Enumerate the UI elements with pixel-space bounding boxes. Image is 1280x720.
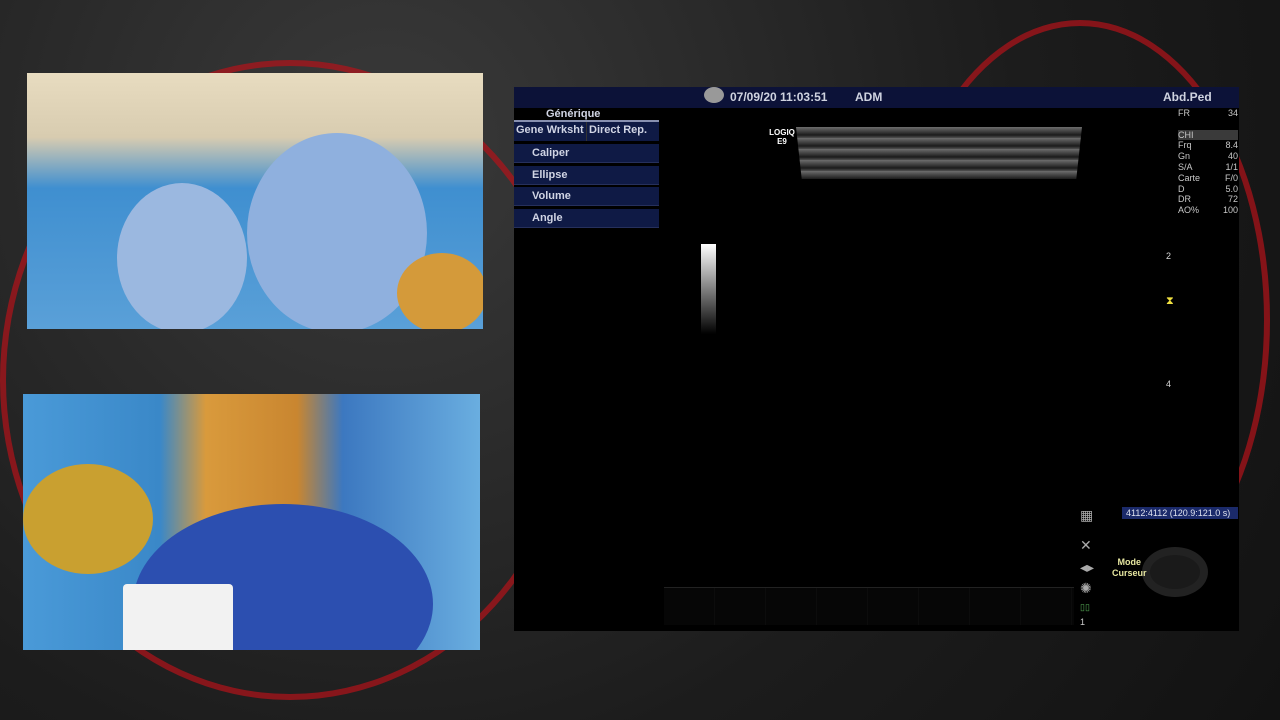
operator: ADM bbox=[855, 90, 883, 104]
trackball-dial-icon bbox=[1142, 547, 1208, 597]
param-carte: Carte F/0 bbox=[1178, 172, 1238, 183]
param-d: D 5.0 bbox=[1178, 183, 1238, 194]
menu-item-volume[interactable]: Volume bbox=[514, 187, 659, 207]
datetime: 07/09/20 11:03:51 bbox=[730, 90, 828, 104]
menu-item-ellipse[interactable]: Ellipse bbox=[514, 165, 659, 185]
param-fr: FR 34 bbox=[1178, 108, 1238, 118]
menu-header: Générique bbox=[514, 108, 659, 122]
ultrasound-image bbox=[796, 127, 1082, 179]
cursor-label: Curseur bbox=[1112, 568, 1147, 578]
probe-label: LOGIQ E9 bbox=[769, 128, 795, 146]
tab-direct-rep[interactable]: Direct Rep. bbox=[586, 122, 659, 141]
ultrasound-screen: 07/09/20 11:03:51 ADM Abd.Ped Générique … bbox=[514, 87, 1239, 631]
param-frq: Frq 8.4 bbox=[1178, 140, 1238, 151]
depth-mark-2: 2 bbox=[1166, 251, 1172, 261]
parameter-list: FR 34 CHI Frq 8.4 Gn 40 S/A 1/1 Carte F/0 D 5.… bbox=[1178, 108, 1238, 216]
focus-marker-icon: ⧗ bbox=[1166, 295, 1174, 307]
cine-bar-icon: ▯▯ bbox=[1080, 602, 1090, 612]
grayscale-bar bbox=[701, 244, 716, 334]
surgery-photo-bottom bbox=[23, 394, 480, 650]
trackball-icon[interactable]: ✺ bbox=[1080, 580, 1092, 597]
measure-menu: Générique Gene Wrksht Direct Rep. Calipe… bbox=[514, 108, 659, 230]
mode-cursor-label: Mode Curseur bbox=[1112, 557, 1147, 579]
cine-timeline bbox=[664, 587, 1074, 625]
param-sa: S/A 1/1 bbox=[1178, 161, 1238, 172]
cine-readout: 4112:4112 (120.9:121.0 s) bbox=[1122, 507, 1238, 519]
surgery-photo-top bbox=[27, 73, 483, 329]
ge-logo-icon bbox=[704, 87, 724, 103]
param-chi: CHI bbox=[1178, 129, 1238, 141]
param-gn: Gn 40 bbox=[1178, 151, 1238, 162]
mode-label: Mode bbox=[1117, 557, 1142, 567]
page-number: 1 bbox=[1080, 617, 1086, 627]
param-dr: DR 72 bbox=[1178, 194, 1238, 205]
cross-icon[interactable]: ✕ bbox=[1080, 537, 1092, 554]
arrows-icon[interactable]: ◂▸ bbox=[1080, 559, 1094, 576]
param-ao: AO% 100 bbox=[1178, 205, 1238, 216]
menu-item-angle[interactable]: Angle bbox=[514, 208, 659, 228]
keyboard-eye-icon[interactable]: ▦ bbox=[1080, 507, 1093, 524]
depth-mark-4: 4 bbox=[1166, 379, 1172, 389]
preset: Abd.Ped bbox=[1163, 90, 1212, 104]
tab-gene-wrksht[interactable]: Gene Wrksht bbox=[514, 122, 586, 141]
menu-item-caliper[interactable]: Caliper bbox=[514, 144, 659, 163]
ultrasound-header: 07/09/20 11:03:51 ADM Abd.Ped bbox=[514, 87, 1239, 108]
